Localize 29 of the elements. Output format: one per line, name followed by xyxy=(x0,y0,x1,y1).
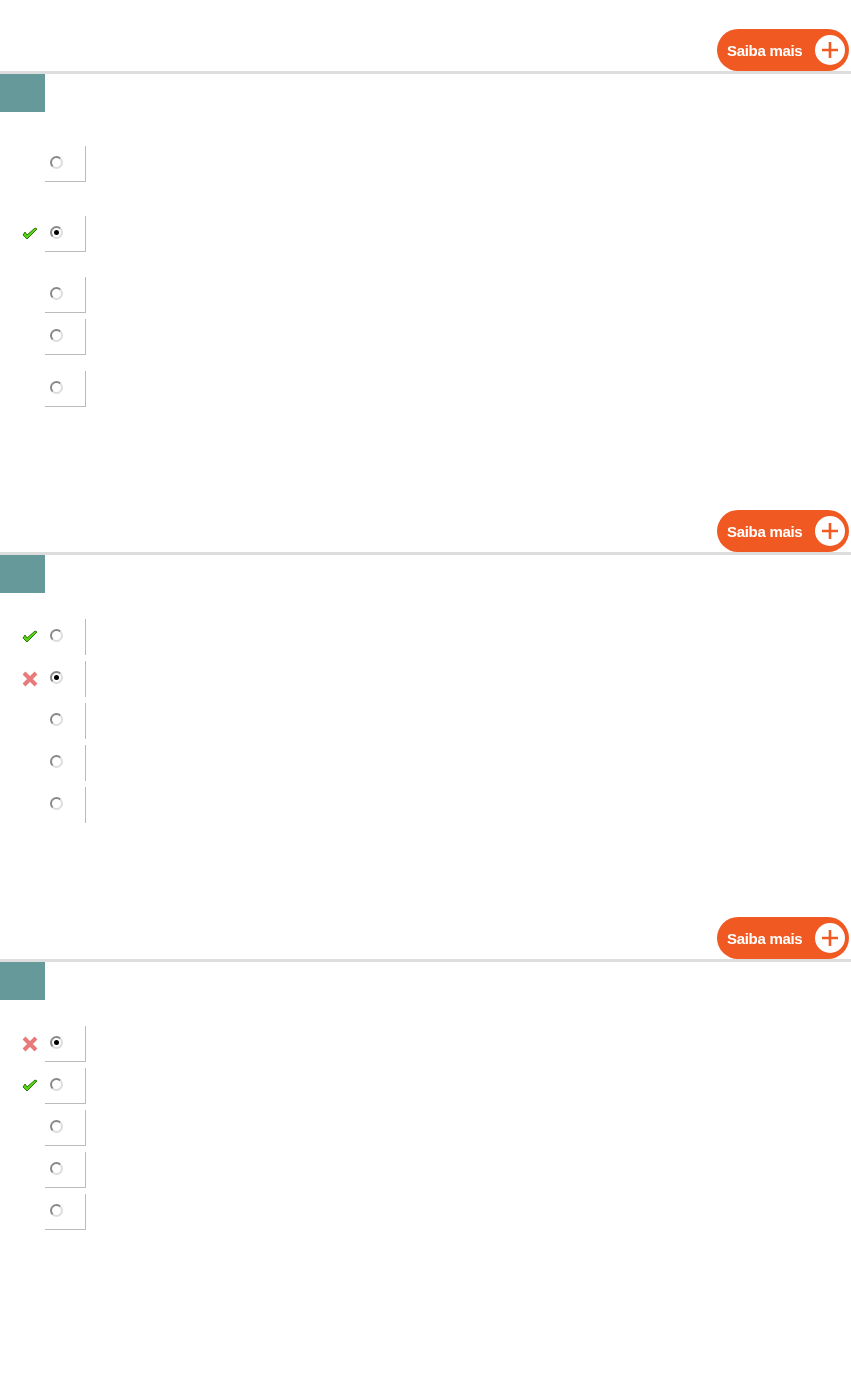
radio-button[interactable] xyxy=(50,1203,63,1217)
radio-button[interactable] xyxy=(50,629,63,642)
radio-button[interactable] xyxy=(50,1161,63,1175)
learn-more-button[interactable]: Saiba mais xyxy=(717,510,849,552)
check-icon xyxy=(22,1079,38,1093)
question-number-block xyxy=(0,555,45,593)
radio-button[interactable] xyxy=(50,380,63,394)
cross-icon xyxy=(22,671,38,687)
check-icon xyxy=(22,630,38,644)
radio-button[interactable] xyxy=(50,797,63,810)
radio-button[interactable] xyxy=(50,1035,63,1049)
plus-icon xyxy=(815,923,845,953)
question-number-block xyxy=(0,74,45,112)
radio-button[interactable] xyxy=(50,286,63,300)
radio-button[interactable] xyxy=(50,1119,63,1133)
radio-button[interactable] xyxy=(50,328,63,342)
radio-button[interactable] xyxy=(50,1077,63,1091)
radio-button[interactable] xyxy=(50,225,63,239)
radio-button[interactable] xyxy=(50,713,63,726)
radio-button[interactable] xyxy=(50,755,63,768)
radio-button[interactable] xyxy=(50,155,63,169)
question-number-block xyxy=(0,962,45,1000)
plus-icon xyxy=(815,35,845,65)
radio-button[interactable] xyxy=(50,671,63,684)
cross-icon xyxy=(22,1036,38,1052)
plus-icon xyxy=(815,516,845,546)
check-icon xyxy=(22,227,38,241)
learn-more-button[interactable]: Saiba mais xyxy=(717,29,849,71)
learn-more-button[interactable]: Saiba mais xyxy=(717,917,849,959)
